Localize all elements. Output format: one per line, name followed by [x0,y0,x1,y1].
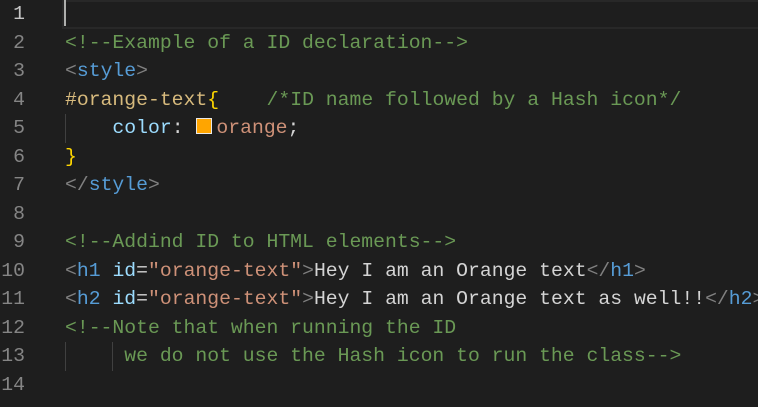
line-number: 7 [13,174,25,196]
line-number: 9 [13,231,25,253]
token-brace: { [207,88,220,111]
code-text: <style> [65,57,148,86]
token-comment: /*ID name followed by a Hash icon*/ [266,88,682,111]
token-str: "orange-text" [148,259,303,282]
token-punct: > [634,259,646,282]
token-tag: h1 [76,259,101,282]
line-number: 8 [13,202,25,225]
token-punct: > [753,288,758,310]
code-text: we do not use the Hash icon to run the c… [65,342,681,371]
current-line-highlight [62,0,758,29]
line-number: 11 [1,288,25,310]
token-comment: we do not use the Hash icon to run the c… [124,345,682,367]
code-line[interactable]: 6} [0,143,758,172]
line-number: 1 [13,3,25,25]
token-punct: < [65,288,77,310]
token-brace: } [65,145,77,168]
line-number: 14 [1,373,25,396]
token-sel: #orange-text [65,88,208,111]
code-line[interactable]: 2 <!--Example of a ID declaration--> [0,29,758,58]
line-number: 2 [13,31,25,54]
code-text: <!--Example of a ID declaration--> [65,29,468,58]
code-line[interactable]: 11 <h2 id="orange-text">Hey I am an Orang… [0,285,758,314]
token-tag: h1 [610,259,634,282]
token-attr: id [112,288,137,310]
text-cursor [64,0,66,26]
token-punct: > [136,60,148,82]
code-line[interactable]: 13 we do not use the Hash icon to run th… [0,342,758,371]
token-comment: <!--Example of a ID declaration--> [65,31,468,54]
code-text: <h1 id="orange-text">Hey I am an Orange … [65,257,646,286]
token-punct: > [147,174,160,196]
code-text: <h2 id="orange-text">Hey I am an Orange … [65,285,758,314]
line-number: 4 [13,88,25,111]
token-tag: h2 [76,288,101,310]
token-text: Hey I am an Orange text [313,259,587,282]
line-number: 5 [13,117,25,139]
token-val: orange [216,117,288,139]
token-comment: <!--Addind ID to HTML elements--> [65,231,457,253]
code-text: } [65,143,77,172]
code-line[interactable]: 3 <style> [0,57,758,86]
token-punct: </ [586,259,611,282]
color-swatch-icon[interactable] [196,118,213,134]
token-text: ; [287,117,300,139]
token-str: "orange-text" [148,288,303,310]
token-tag: style [88,174,148,196]
code-line[interactable]: 1 [0,0,758,29]
code-line[interactable]: 14 [0,371,758,400]
code-text: <!--Note that when running the ID [65,314,456,343]
code-editor[interactable]: 1 2 <!--Example of a ID declaration--> 3 <st… [0,0,758,407]
line-number: 12 [1,316,25,339]
token-text: = [136,259,149,282]
line-number: 6 [13,145,25,168]
line-number: 13 [1,345,25,367]
token-punct: > [302,288,314,310]
code-line[interactable]: 8 [0,200,758,229]
token-punct: </ [705,288,729,310]
token-text: : [171,117,196,139]
code-line[interactable]: 4 #orange-text{ /*ID name followed by a H… [0,86,758,115]
token-punct: < [65,259,77,282]
token-comment: <!--Note that when running the ID [65,316,457,339]
code-line[interactable]: 12 <!--Note that when running the ID [0,314,758,343]
token-prop: color [112,117,172,139]
code-text: <!--Addind ID to HTML elements--> [65,228,456,257]
token-text: Hey I am an Orange text as well!! [313,288,706,310]
code-line[interactable]: 10 <h1 id="orange-text">Hey I am an Orang… [0,257,758,286]
token-text: = [136,288,149,310]
token-punct: </ [65,174,89,196]
code-text: #orange-text{ /*ID name followed by a Ha… [65,86,681,115]
code-text: color: orange; [65,114,299,143]
token-punct: > [302,259,314,282]
line-number: 10 [1,259,25,282]
token-tag: style [76,60,137,82]
code-line[interactable]: 5 color: orange; [0,114,758,143]
code-line[interactable]: 7 </style> [0,171,758,200]
token-tag: h2 [728,288,753,310]
token-attr: id [112,259,137,282]
code-line[interactable]: 9 <!--Addind ID to HTML elements--> [0,228,758,257]
code-text: </style> [65,171,160,200]
line-number: 3 [13,60,25,82]
token-punct: < [65,60,77,82]
